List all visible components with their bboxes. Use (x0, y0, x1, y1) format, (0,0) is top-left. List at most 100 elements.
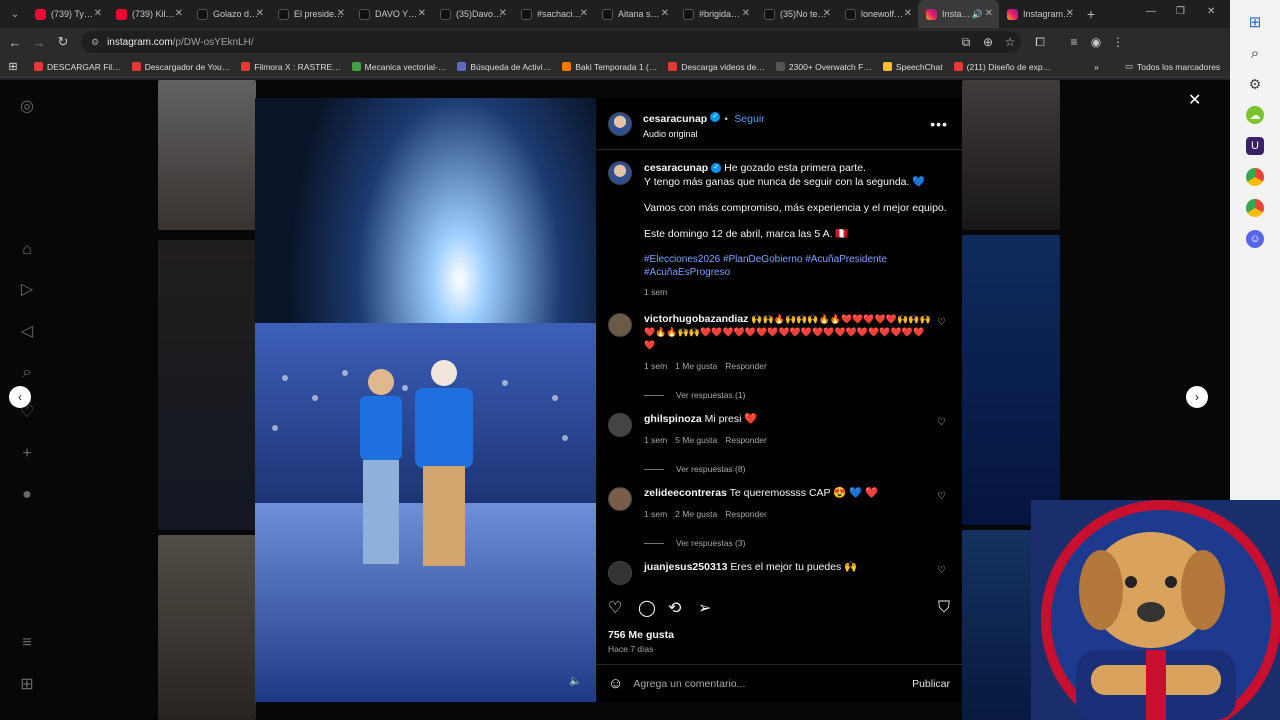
tab-close-icon[interactable]: ✕ (580, 8, 588, 19)
comment-username[interactable]: juanjesus250313 (644, 561, 727, 573)
comment-avatar[interactable] (608, 487, 632, 511)
zoom-icon[interactable]: ⊕ (977, 35, 999, 50)
tab-close-icon[interactable]: ✕ (904, 8, 912, 19)
post-media[interactable]: 🔈 (255, 98, 596, 702)
chrome-profile-icon[interactable] (1246, 199, 1264, 217)
previous-post-icon[interactable]: ‹ (9, 386, 31, 408)
bookmark-item[interactable]: Mecanica vectorial-… (351, 62, 446, 72)
browser-tab[interactable]: Insta… 🔊 ✕ (918, 0, 999, 28)
tab-close-icon[interactable]: ✕ (823, 8, 831, 19)
comment-likes[interactable]: 1 Me gusta (675, 361, 717, 371)
settings-icon[interactable]: ⚙ (1246, 75, 1264, 93)
caption-username[interactable]: cesaracunap (644, 162, 708, 174)
emoji-icon[interactable]: ☺ (608, 675, 623, 692)
like-comment-icon[interactable]: ♡ (937, 417, 946, 428)
tab-close-icon[interactable]: ✕ (94, 8, 102, 19)
comments-scroll[interactable]: cesaracunap ✓ He gozado esta primera part… (596, 151, 962, 591)
tab-close-icon[interactable]: ✕ (256, 8, 264, 19)
tab-close-icon[interactable]: ✕ (418, 8, 426, 19)
address-bar[interactable]: ⚙ instagram.com/p/DW-osYEknLH/ ⧉ ⊕ ☆ (81, 31, 1021, 53)
browser-tab[interactable]: (739) Kil… ✕ (108, 0, 189, 28)
browser-menu-icon[interactable]: ⋮ (1107, 35, 1129, 49)
tab-close-icon[interactable]: ✕ (661, 8, 669, 19)
tab-search-button[interactable]: ⌄ (3, 3, 27, 25)
discord-icon[interactable]: ☺ (1246, 230, 1264, 248)
media-control-icon[interactable]: ≡ (1063, 35, 1085, 49)
bookmark-item[interactable]: SpeechChat (882, 62, 943, 72)
bookmark-item[interactable]: 2300+ Overwatch F… (775, 62, 872, 72)
author-avatar[interactable] (608, 111, 632, 136)
bookmark-item[interactable]: Descargador de You… (131, 62, 230, 72)
browser-tab[interactable]: #sachaci… ✕ (513, 0, 594, 28)
apps-icon[interactable]: ⊞ (0, 60, 26, 73)
all-bookmarks[interactable]: ▭ Todos los marcadores (1125, 61, 1220, 72)
bookmark-item[interactable]: Búsqueda de Activi… (457, 62, 551, 72)
comment-avatar[interactable] (608, 561, 632, 585)
browser-tab[interactable]: El preside… ✕ (270, 0, 351, 28)
browser-tab[interactable]: (35)Davo… ✕ (432, 0, 513, 28)
bookmark-item[interactable]: Baki Temporada 1 (… (562, 62, 657, 72)
comment-username[interactable]: victorhugobazandiaz (644, 313, 748, 325)
mute-icon[interactable]: 🔈 (569, 676, 581, 687)
share-icon[interactable]: ➢ (698, 598, 726, 618)
tab-audio-icon[interactable]: 🔊 (972, 9, 983, 20)
like-count[interactable]: 756 Me gusta (608, 629, 674, 641)
comment-input[interactable]: Agrega un comentario... (633, 678, 912, 690)
tab-close-icon[interactable]: ✕ (985, 8, 993, 19)
close-window-icon[interactable]: ✕ (1207, 6, 1215, 17)
more-options-icon[interactable]: ••• (930, 116, 948, 132)
view-replies[interactable]: Ver respuestas (3) (644, 537, 934, 550)
next-post-icon[interactable]: › (1186, 386, 1208, 408)
forward-icon[interactable]: → (27, 35, 51, 50)
comment-icon[interactable]: ◯ (638, 598, 666, 618)
minimize-icon[interactable]: — (1146, 6, 1156, 17)
tab-close-icon[interactable]: ✕ (742, 8, 750, 19)
comment-likes[interactable]: 2 Me gusta (675, 509, 717, 519)
comment-avatar[interactable] (608, 313, 632, 337)
save-icon[interactable]: ⛉ (938, 599, 950, 617)
view-replies[interactable]: Ver respuestas (1) (644, 389, 934, 402)
like-comment-icon[interactable]: ♡ (937, 565, 946, 576)
tab-close-icon[interactable]: ✕ (1066, 8, 1074, 19)
new-tab-button[interactable]: + (1080, 6, 1102, 22)
browser-tab[interactable]: Instagram… ✕ (999, 0, 1080, 28)
profile-icon[interactable]: ◉ (1085, 35, 1107, 49)
reply-button[interactable]: Responder (725, 361, 767, 371)
caption-hashtags[interactable]: #Elecciones2026 #PlanDeGobierno #AcuñaPr… (644, 253, 948, 279)
install-app-icon[interactable]: ⧉ (955, 35, 977, 50)
chrome-icon[interactable] (1246, 168, 1264, 186)
browser-tab[interactable]: (35)No te… ✕ (756, 0, 837, 28)
comment-username[interactable]: zelideecontreras (644, 487, 727, 499)
caption-avatar[interactable] (608, 161, 632, 185)
browser-tab[interactable]: Aitana s… ✕ (594, 0, 675, 28)
search-icon[interactable]: ⌕ (1246, 44, 1264, 62)
extensions-icon[interactable]: ⧠ (1029, 35, 1051, 50)
bookmark-item[interactable]: Filmora X : RASTRE… (241, 62, 341, 72)
browser-tab[interactable]: DAVO Y… ✕ (351, 0, 432, 28)
reply-button[interactable]: Responder (725, 435, 767, 445)
like-icon[interactable]: ♡ (608, 598, 636, 618)
more-bookmarks-icon[interactable]: » (1094, 62, 1099, 72)
comment-likes[interactable]: 5 Me gusta (675, 435, 717, 445)
browser-tab[interactable]: Golazo d… ✕ (189, 0, 270, 28)
author-username[interactable]: cesaracunap (643, 113, 707, 125)
audio-label[interactable]: Audio original (643, 129, 765, 139)
view-replies[interactable]: Ver respuestas (8) (644, 463, 934, 476)
repost-icon[interactable]: ⟲ (668, 598, 696, 618)
bookmark-item[interactable]: DESCARGAR Fil… (34, 62, 121, 72)
follow-button[interactable]: Seguir (734, 113, 764, 125)
u-app-icon[interactable]: U (1246, 137, 1264, 155)
site-info-icon[interactable]: ⚙ (91, 37, 99, 48)
restore-icon[interactable]: ❐ (1176, 6, 1185, 17)
like-comment-icon[interactable]: ♡ (937, 317, 946, 328)
close-modal-icon[interactable]: ✕ (1188, 90, 1201, 110)
tab-close-icon[interactable]: ✕ (175, 8, 183, 19)
bookmark-star-icon[interactable]: ☆ (999, 35, 1021, 50)
tab-close-icon[interactable]: ✕ (499, 8, 507, 19)
like-comment-icon[interactable]: ♡ (937, 491, 946, 502)
browser-tab[interactable]: #brigida… ✕ (675, 0, 756, 28)
windows-icon[interactable]: ⊞ (1246, 13, 1264, 31)
comment-avatar[interactable] (608, 413, 632, 437)
cloud-app-icon[interactable]: ☁ (1246, 106, 1264, 124)
bookmark-item[interactable]: Descarga videos de… (668, 62, 765, 72)
